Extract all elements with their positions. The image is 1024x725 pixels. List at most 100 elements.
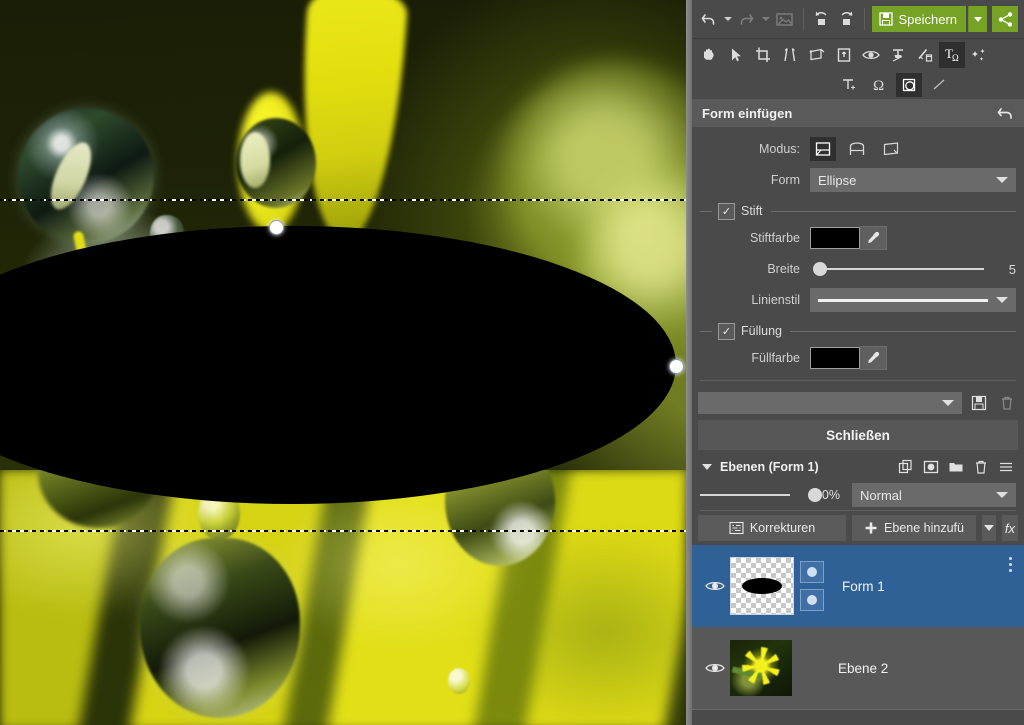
chevron-down-icon[interactable] [702, 464, 712, 470]
layer-mask-icon[interactable] [800, 589, 824, 611]
blend-mode-select[interactable]: Normal [852, 483, 1016, 507]
pen-color-swatch[interactable] [810, 227, 860, 249]
fx-button[interactable]: fx [1001, 515, 1018, 541]
clone-stamp-icon[interactable] [885, 42, 911, 68]
group-line-right [790, 330, 1016, 332]
width-label: Breite [767, 262, 800, 276]
text-omega-icon[interactable]: TΩ [939, 42, 965, 68]
redo-icon[interactable] [736, 6, 758, 32]
straighten-icon[interactable] [777, 42, 803, 68]
frame-icon[interactable] [831, 42, 857, 68]
right-handle[interactable] [669, 359, 684, 374]
opacity-slider-track [700, 494, 790, 496]
close-button[interactable]: Schließen [698, 420, 1018, 450]
delete-preset-icon[interactable] [996, 392, 1018, 414]
crop-icon[interactable] [750, 42, 776, 68]
page-title: Form einfügen [702, 105, 793, 121]
layers-header-icons [898, 459, 1014, 475]
fill-color-row: Füllfarbe [692, 344, 1024, 372]
mode-label: Modus: [759, 142, 800, 156]
tool-row-primary: TΩ [692, 39, 1024, 71]
preset-select[interactable] [698, 392, 962, 414]
thumbnail-flower [742, 646, 780, 685]
water-drop-center [236, 118, 316, 208]
kebab-menu-icon[interactable] [1009, 557, 1012, 572]
layer-thumbnail-ebene-2[interactable] [730, 640, 792, 696]
retouch-brush-icon[interactable] [912, 42, 938, 68]
eye-icon[interactable] [700, 660, 730, 676]
fill-color-eyedropper-icon[interactable] [860, 346, 887, 370]
hand-icon[interactable] [696, 42, 722, 68]
form-row: Form Ellipse [692, 166, 1024, 194]
image-icon[interactable] [774, 6, 796, 32]
share-icon[interactable] [992, 6, 1018, 32]
layer-row-ebene-2[interactable]: Ebene 2 [692, 627, 1024, 710]
shape-mode-new-icon[interactable] [810, 137, 836, 161]
redo-history-caret-icon[interactable] [760, 6, 772, 32]
water-drop-big-center [140, 538, 300, 718]
cursor-arrow-icon[interactable] [723, 42, 749, 68]
undo-icon[interactable] [698, 6, 720, 32]
trash-icon[interactable] [973, 459, 989, 475]
width-value: 5 [1008, 261, 1016, 277]
pen-color-eyedropper-icon[interactable] [860, 226, 887, 250]
fill-group-header: ✓ Füllung [692, 320, 1024, 342]
mask-icon[interactable] [923, 459, 939, 475]
water-drop-tiny [448, 668, 470, 694]
layers-panel-header: Ebenen (Form 1) [692, 454, 1024, 480]
fill-color-swatch[interactable] [810, 347, 860, 369]
eye-icon[interactable] [858, 42, 884, 68]
chevron-down-icon [996, 492, 1008, 498]
top-handle[interactable] [269, 220, 284, 235]
sparkle-icon[interactable] [966, 42, 992, 68]
eye-icon[interactable] [700, 578, 730, 594]
layer-row-form-1[interactable]: Form 1 [692, 545, 1024, 627]
width-slider[interactable] [810, 257, 984, 281]
shape-icon[interactable] [896, 73, 922, 97]
layer-mask-icons [800, 561, 824, 611]
rotate-left-icon[interactable] [811, 6, 833, 32]
shape-options-form: Modus: Form Ellipse ✓ Stift Stiftfarbe B… [692, 127, 1024, 450]
undo-history-caret-icon[interactable] [722, 6, 734, 32]
form-select[interactable]: Ellipse [810, 168, 1016, 192]
fill-group-label: Füllung [741, 324, 782, 338]
corrections-icon [729, 521, 744, 535]
opacity-slider[interactable] [700, 485, 822, 505]
pen-group-checkbox[interactable]: ✓ [718, 202, 735, 220]
folder-icon[interactable] [948, 459, 964, 475]
layers-title: Ebenen (Form 1) [720, 460, 819, 474]
transform-icon[interactable] [804, 42, 830, 68]
fill-group-checkbox[interactable]: ✓ [718, 322, 735, 340]
linestyle-select[interactable] [810, 288, 1016, 312]
layer-thumbnail-form-1[interactable] [730, 557, 794, 615]
save-button[interactable]: Speichern [871, 6, 967, 32]
shape-mode-add-icon[interactable] [844, 137, 870, 161]
line-icon[interactable] [926, 73, 952, 97]
preset-row [692, 388, 1024, 418]
rotate-right-icon[interactable] [835, 6, 857, 32]
save-preset-icon[interactable] [968, 392, 990, 414]
thumbnail-ellipse [742, 578, 782, 594]
form-divider [700, 380, 1016, 381]
width-slider-knob[interactable] [813, 262, 827, 276]
top-guide [0, 199, 686, 201]
chevron-down-icon [996, 297, 1008, 303]
shape-mode-warp-icon[interactable] [878, 137, 904, 161]
layer-name: Ebene 2 [838, 660, 889, 676]
layer-mask-dot [807, 595, 817, 605]
save-options-caret-icon[interactable] [968, 6, 988, 32]
tool-row-secondary: Ω [692, 71, 1024, 99]
corrections-button[interactable]: Korrekturen [698, 515, 846, 541]
add-layer-button[interactable]: Ebene hinzufü [852, 515, 976, 541]
chevron-down-icon [996, 177, 1008, 183]
layer-link-icon[interactable] [800, 561, 824, 583]
image-canvas[interactable] [0, 0, 692, 725]
hamburger-icon[interactable] [998, 459, 1014, 475]
add-layer-label: Ebene hinzufü [884, 521, 964, 535]
add-layer-caret-icon[interactable] [982, 515, 996, 541]
opacity-slider-knob[interactable] [808, 488, 822, 502]
duplicate-icon[interactable] [898, 459, 914, 475]
text-plus-icon[interactable] [836, 73, 862, 97]
omega-icon[interactable]: Ω [866, 73, 892, 97]
back-arrow-icon[interactable] [997, 105, 1014, 121]
